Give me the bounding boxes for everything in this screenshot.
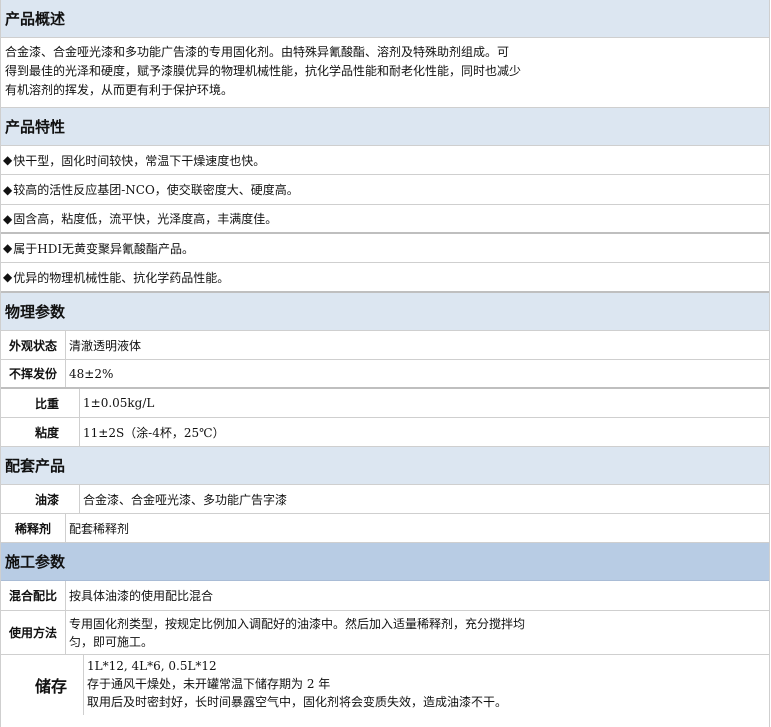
storage-line: 存于通风干燥处，未开罐常温下储存期为 2 年 — [87, 677, 331, 691]
feature-item: ◆ 较高的活性反应基团-NCO，使交联密度大、硬度高。 — [1, 175, 769, 205]
param-key: 不挥发份 — [1, 360, 66, 387]
overview-line: 合金漆、合金哑光漆和多功能广告漆的专用固化剂。由特殊异氰酸酯、溶剂及特殊助剂组成… — [5, 45, 510, 59]
param-key: 比重 — [1, 389, 80, 417]
overview-header: 产品概述 — [1, 0, 769, 38]
usage-line: 匀，即可施工。 — [69, 635, 154, 649]
diamond-bullet-icon: ◆ — [3, 182, 13, 197]
param-value: 1±0.05kg/L — [83, 396, 155, 410]
product-sheet: 产品概述 合金漆、合金哑光漆和多功能广告漆的专用固化剂。由特殊异氰酸酯、溶剂及特… — [0, 0, 770, 727]
param-key: 粘度 — [1, 418, 80, 446]
overview-line: 有机溶剂的挥发，从而更有利于保护环境。 — [5, 83, 234, 97]
matching-header: 配套产品 — [1, 447, 769, 485]
param-value: 清澈透明液体 — [69, 338, 142, 353]
storage-value: 1L*12, 4L*6, 0.5L*12 存于通风干燥处，未开罐常温下储存期为 … — [84, 655, 507, 715]
feature-item: ◆ 优异的物理机械性能、抗化学药品性能。 — [1, 263, 769, 293]
param-value: 48±2% — [69, 366, 114, 381]
diamond-bullet-icon: ◆ — [3, 270, 13, 284]
usage-value: 专用固化剂类型，按规定比例加入调配好的油漆中。然后加入适量稀释剂，充分搅拌均 匀… — [66, 611, 525, 654]
physical-row: 外观状态 清澈透明液体 — [1, 331, 769, 360]
diamond-bullet-icon: ◆ — [3, 241, 13, 255]
matching-row: 油漆 合金漆、合金哑光漆、多功能广告字漆 — [1, 485, 769, 514]
matching-value: 合金漆、合金哑光漆、多功能广告字漆 — [83, 492, 288, 507]
construction-row: 储存 1L*12, 4L*6, 0.5L*12 存于通风干燥处，未开罐常温下储存… — [1, 655, 769, 715]
mix-value: 按具体油漆的使用配比混合 — [69, 589, 214, 603]
feature-text: 属于HDI无黄变聚异氰酸酯产品。 — [13, 241, 195, 256]
features-title: 产品特性 — [5, 118, 66, 136]
feature-text: 固含高，粘度低，流平快，光泽度高，丰满度佳。 — [13, 212, 278, 226]
matching-key: 油漆 — [1, 485, 80, 513]
matching-key: 稀释剂 — [1, 514, 66, 542]
feature-item: ◆ 快干型，固化时间较快，常温下干燥速度也快。 — [1, 146, 769, 175]
physical-title: 物理参数 — [5, 303, 66, 321]
feature-item: ◆ 固含高，粘度低，流平快，光泽度高，丰满度佳。 — [1, 205, 769, 234]
overview-text: 合金漆、合金哑光漆和多功能广告漆的专用固化剂。由特殊异氰酸酯、溶剂及特殊助剂组成… — [1, 38, 769, 108]
feature-text: 快干型，固化时间较快，常温下干燥速度也快。 — [13, 153, 266, 168]
construction-row: 混合配比 按具体油漆的使用配比混合 — [1, 581, 769, 611]
feature-text: 优异的物理机械性能、抗化学药品性能。 — [13, 270, 230, 285]
usage-key: 使用方法 — [1, 611, 66, 654]
feature-text: 较高的活性反应基团-NCO，使交联密度大、硬度高。 — [13, 183, 299, 197]
physical-row: 比重 1±0.05kg/L — [1, 389, 769, 418]
diamond-bullet-icon: ◆ — [3, 211, 13, 226]
matching-value: 配套稀释剂 — [69, 521, 130, 536]
construction-row: 使用方法 专用固化剂类型，按规定比例加入调配好的油漆中。然后加入适量稀释剂，充分… — [1, 611, 769, 655]
param-value: 11±2S（涂-4杯，25℃） — [83, 425, 225, 440]
storage-line: 取用后及时密封好，长时间暴露空气中，固化剂将会变质失效，造成油漆不干。 — [87, 695, 508, 709]
features-header: 产品特性 — [1, 108, 769, 146]
construction-title: 施工参数 — [5, 553, 66, 571]
physical-header: 物理参数 — [1, 293, 769, 331]
physical-row: 粘度 11±2S（涂-4杯，25℃） — [1, 418, 769, 447]
matching-title: 配套产品 — [5, 457, 66, 475]
mix-key: 混合配比 — [1, 581, 66, 610]
overview-title: 产品概述 — [5, 10, 66, 28]
storage-line: 1L*12, 4L*6, 0.5L*12 — [87, 659, 217, 673]
storage-key: 储存 — [1, 655, 84, 715]
physical-row: 不挥发份 48±2% — [1, 360, 769, 389]
param-key: 外观状态 — [1, 331, 66, 359]
feature-item: ◆ 属于HDI无黄变聚异氰酸酯产品。 — [1, 234, 769, 263]
usage-line: 专用固化剂类型，按规定比例加入调配好的油漆中。然后加入适量稀释剂，充分搅拌均 — [69, 617, 526, 631]
construction-header: 施工参数 — [1, 543, 769, 581]
matching-row: 稀释剂 配套稀释剂 — [1, 514, 769, 543]
diamond-bullet-icon: ◆ — [3, 153, 13, 167]
overview-line: 得到最佳的光泽和硬度，赋予漆膜优异的物理机械性能，抗化学品性能和耐老化性能，同时… — [5, 64, 522, 78]
